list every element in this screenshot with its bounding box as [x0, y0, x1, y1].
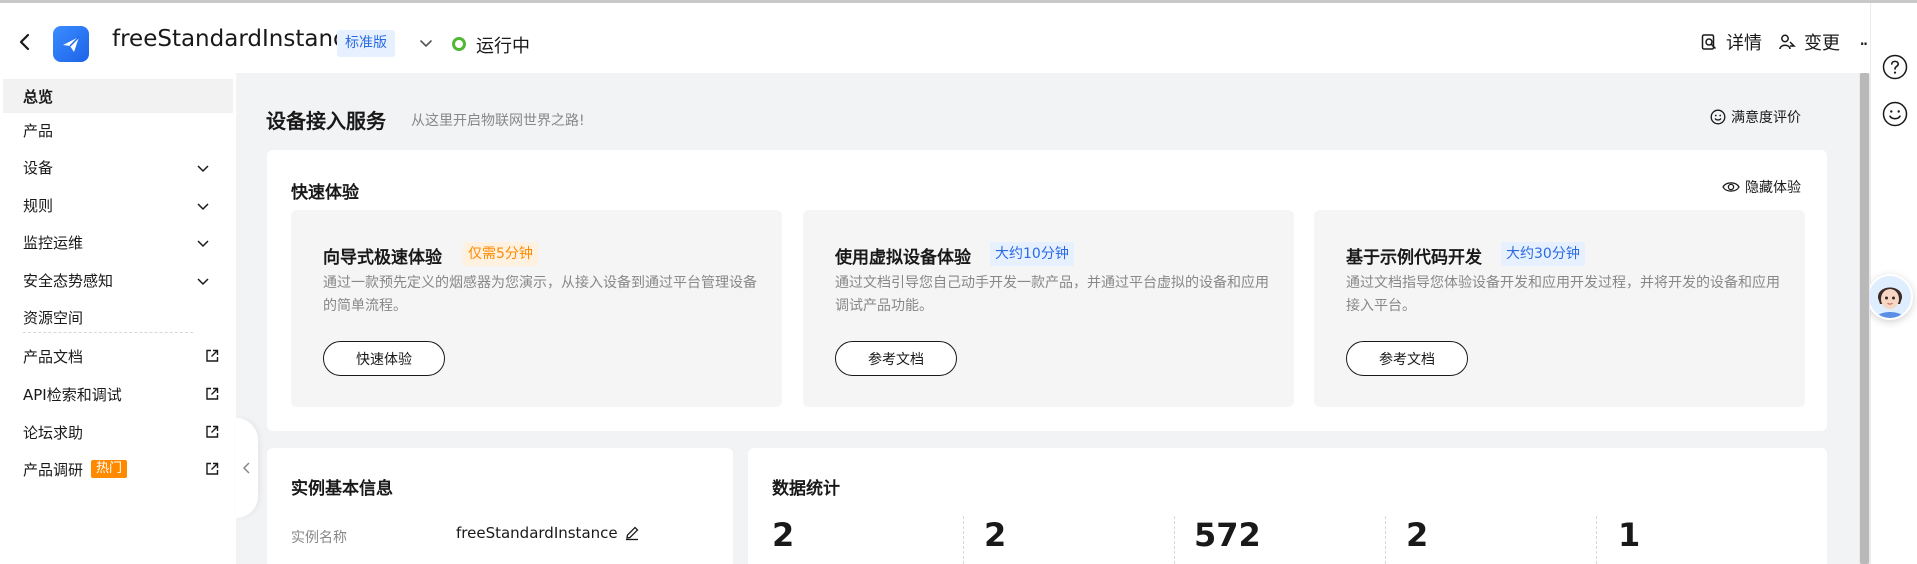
chevron-down-icon [195, 273, 211, 289]
external-link-icon [204, 424, 220, 440]
sidebar-item-label: 资源空间 [23, 308, 84, 327]
sidebar-item-label: 论坛求助 [23, 423, 84, 442]
external-link-icon [204, 348, 220, 364]
instance-name-value-row: freeStandardInstance [456, 524, 640, 542]
experience-card-sample-code: 基于示例代码开发 大约30分钟 通过文档指导您体验设备开发和应用开发过程，并将开… [1314, 210, 1805, 407]
duration-tag: 仅需5分钟 [463, 242, 538, 266]
instance-name-value: freeStandardInstance [456, 524, 618, 542]
duration-tag: 大约30分钟 [1501, 242, 1585, 266]
sidebar-item-label: 产品调研 [23, 460, 84, 479]
data-statistics-title: 数据统计 [772, 479, 840, 499]
eye-icon [1722, 180, 1740, 194]
sidebar-collapse-button[interactable] [236, 418, 258, 518]
experience-card-title: 基于示例代码开发 [1346, 248, 1482, 268]
stat-divider [1385, 516, 1386, 564]
status-running-dot [452, 37, 466, 51]
experience-card-virtual-device: 使用虚拟设备体验 大约10分钟 通过文档引导您自己动手开发一款产品，并通过平台虚… [803, 210, 1294, 407]
stat-value: 2 [772, 516, 795, 554]
sidebar-item-label: 总览 [23, 87, 54, 106]
chevron-down-icon [195, 198, 211, 214]
sidebar-item-product-docs[interactable]: 产品文档 [0, 339, 236, 373]
more-icon[interactable]: ·· [1859, 32, 1869, 56]
sidebar-item-label: 设备 [23, 158, 54, 177]
page-subtitle: 从这里开启物联网世界之路! [411, 113, 585, 129]
sidebar-item-monitoring[interactable]: 监控运维 [0, 225, 236, 259]
quick-experience-title: 快速体验 [291, 183, 359, 203]
instance-name-label: 实例名称 [291, 530, 347, 546]
stat-value: 1 [1618, 516, 1641, 554]
assistant-avatar[interactable] [1867, 274, 1913, 320]
sidebar-item-label: 监控运维 [23, 233, 84, 252]
edition-badge: 标准版 [337, 30, 395, 57]
detail-icon [1700, 33, 1718, 51]
sidebar-item-label: 规则 [23, 196, 54, 215]
stat-divider [1596, 516, 1597, 564]
smile-icon [1710, 109, 1726, 125]
experience-card-wizard: 向导式极速体验 仅需5分钟 通过一款预先定义的烟感器为您演示，从接入设备到通过平… [291, 210, 782, 407]
sidebar-item-overview[interactable]: 总览 [3, 79, 233, 113]
external-link-icon [204, 386, 220, 402]
experience-card-description: 通过文档指导您体验设备开发和应用开发过程，并将开发的设备和应用接入平台。 [1346, 275, 1780, 314]
instance-switch-chevron-down-icon[interactable] [417, 34, 435, 52]
stat-value: 2 [1406, 516, 1429, 554]
chevron-down-icon [195, 160, 211, 176]
main-scrollbar-thumb[interactable] [1860, 73, 1869, 564]
sidebar-divider [23, 332, 193, 333]
back-arrow-icon[interactable] [14, 31, 36, 53]
edit-pencil-icon[interactable] [624, 525, 640, 541]
change-icon [1778, 33, 1796, 51]
sidebar-item-api-explorer[interactable]: API检索和调试 [0, 377, 236, 411]
sidebar-item-security[interactable]: 安全态势感知 [0, 263, 236, 297]
sidebar-item-label: 安全态势感知 [23, 271, 114, 290]
change-button[interactable]: 变更 [1778, 30, 1840, 54]
instance-info-title: 实例基本信息 [291, 479, 393, 499]
hide-experience-label: 隐藏体验 [1745, 180, 1801, 196]
instance-status: 运行中 [476, 36, 530, 57]
stat-divider [1174, 516, 1175, 564]
stat-value: 2 [984, 516, 1007, 554]
experience-card-title: 使用虚拟设备体验 [835, 248, 971, 268]
detail-button-label: 详情 [1726, 33, 1762, 54]
hot-badge: 热门 [91, 460, 128, 478]
satisfaction-rating-link[interactable]: 满意度评价 [1710, 107, 1801, 127]
chevron-left-icon [241, 461, 253, 475]
sidebar-item-device[interactable]: 设备 [0, 150, 236, 184]
instance-name: freeStandardInstance [112, 26, 360, 52]
change-button-label: 变更 [1804, 33, 1840, 54]
hide-experience-link[interactable]: 隐藏体验 [1722, 177, 1801, 197]
sidebar-item-label: 产品文档 [23, 347, 84, 366]
detail-button[interactable]: 详情 [1700, 30, 1762, 54]
stat-divider [963, 516, 964, 564]
chevron-down-icon [195, 235, 211, 251]
sidebar-item-resource-space[interactable]: 资源空间 [0, 300, 236, 334]
feedback-smile-icon[interactable] [1882, 101, 1908, 127]
quick-experience-button[interactable]: 快速体验 [323, 341, 445, 376]
duration-tag: 大约10分钟 [990, 242, 1074, 266]
sidebar-item-product[interactable]: 产品 [0, 113, 236, 147]
stat-value: 572 [1194, 516, 1261, 554]
sidebar-nav: 总览 产品 设备 规则 监控运维 安全态势感知 资源空间 产品文档 API检索和… [0, 73, 236, 564]
satisfaction-rating-label: 满意度评价 [1731, 110, 1801, 126]
sidebar-item-forum[interactable]: 论坛求助 [0, 415, 236, 449]
sidebar-item-label: API检索和调试 [23, 385, 122, 404]
iot-instance-logo-icon [53, 26, 89, 62]
experience-card-title: 向导式极速体验 [323, 248, 442, 268]
page-title: 设备接入服务 [266, 109, 386, 133]
help-icon[interactable] [1882, 54, 1908, 80]
data-statistics-panel [748, 448, 1827, 564]
sidebar-item-survey[interactable]: 产品调研 热门 [0, 452, 236, 486]
sidebar-item-rule[interactable]: 规则 [0, 188, 236, 222]
experience-card-description: 通过一款预先定义的烟感器为您演示，从接入设备到通过平台管理设备的简单流程。 [323, 275, 757, 314]
external-link-icon [204, 461, 220, 477]
sidebar-item-label: 产品 [23, 121, 54, 140]
reference-docs-button[interactable]: 参考文档 [1346, 341, 1468, 376]
experience-card-description: 通过文档引导您自己动手开发一款产品，并通过平台虚拟的设备和应用调试产品功能。 [835, 275, 1269, 314]
reference-docs-button[interactable]: 参考文档 [835, 341, 957, 376]
